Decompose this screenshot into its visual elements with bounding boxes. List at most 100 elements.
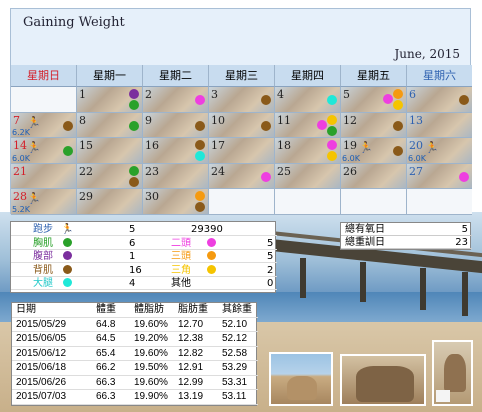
run-distance: 6.0K [342, 153, 360, 163]
calendar-day-cell[interactable]: 21 [11, 163, 77, 189]
calendar-day-cell[interactable]: 5 [341, 87, 407, 113]
day-number: 26 [343, 164, 357, 178]
calendar-day-cell [209, 189, 275, 215]
exercise-count: 4 [129, 278, 136, 289]
workout-dot [195, 140, 205, 150]
calendar-day-cell[interactable]: 9 [143, 112, 209, 138]
calendar-day-cell[interactable]: 10 [209, 112, 275, 138]
exercise-count: 5 [267, 251, 274, 262]
workout-dot [383, 94, 393, 104]
calendar-day-cell[interactable]: 1 [77, 87, 143, 113]
exercise-label: 跑步 [33, 224, 53, 235]
calendar-day-cell[interactable]: 12 [341, 112, 407, 138]
column-header: 體脂肪 [134, 304, 164, 315]
exercise-count: 1 [129, 251, 136, 262]
exercise-count: 5 [267, 237, 274, 249]
calendar-day-cell[interactable]: 29 [77, 189, 143, 215]
calendar-day-cell[interactable]: 13 [407, 112, 472, 138]
calendar-day-cell[interactable]: 4 [275, 87, 341, 113]
workout-dot [261, 95, 271, 105]
table-cell: 2015/06/12 [16, 347, 67, 359]
exercise-label: 其他 [171, 278, 191, 289]
workout-dot [327, 140, 337, 150]
table-cell: 2015/05/29 [16, 318, 67, 330]
exercise-dot [207, 264, 216, 274]
calendar-day-cell[interactable]: 17 [209, 138, 275, 164]
sand-sculpture-photo[interactable] [432, 340, 473, 406]
exercise-label: 胸肌 [33, 237, 53, 249]
calendar-day-cell[interactable]: 7 🏃 6.2K [11, 112, 77, 138]
day-number: 8 [79, 113, 86, 127]
day-number: 16 [145, 139, 159, 152]
workout-dot [129, 89, 139, 99]
run-distance: 6.2K [12, 128, 30, 137]
calendar-day-cell[interactable]: 3 [209, 87, 275, 113]
workout-dot [327, 114, 337, 125]
runner-icon: 🏃 [425, 141, 439, 154]
exercise-dot [63, 264, 72, 274]
workout-dot [129, 176, 139, 187]
workout-dot [327, 125, 337, 136]
column-header: 脂肪重 [178, 304, 208, 315]
table-cell: 13.19 [178, 391, 204, 402]
calendar-day-cell [407, 189, 472, 215]
calendar-day-cell[interactable]: 6 [407, 87, 472, 113]
workout-dot [129, 100, 139, 110]
table-cell: 12.99 [178, 376, 204, 388]
day-number: 14 [13, 139, 27, 152]
weekday-header: 星期六 [407, 65, 472, 87]
calendar-day-cell[interactable]: 16 [143, 138, 209, 164]
calendar-day-cell[interactable]: 30 [143, 189, 209, 215]
workout-dot [195, 95, 205, 105]
summary-row: 總有氧日 5 [341, 223, 472, 236]
calendar-day-cell[interactable]: 28 🏃 5.2K [11, 189, 77, 215]
exercise-label: 三頭 [171, 251, 191, 262]
calendar-day-cell[interactable]: 24 [209, 163, 275, 189]
calendar-day-cell[interactable]: 8 [77, 112, 143, 138]
calendar-day-cell[interactable]: 11 [275, 112, 341, 138]
calendar-day-cell[interactable]: 26 [341, 163, 407, 189]
calendar-day-cell[interactable]: 25 [275, 163, 341, 189]
workout-dot [327, 95, 337, 105]
calendar-day-cell[interactable]: 2 [143, 87, 209, 113]
sand-sculpture-photo[interactable] [340, 354, 426, 406]
workout-dot [261, 120, 271, 131]
day-number: 17 [211, 139, 225, 152]
calendar-day-cell[interactable]: 23 [143, 163, 209, 189]
workout-dot [393, 120, 403, 131]
calendar-day-cell[interactable]: 19 🏃 6.0K [341, 138, 407, 164]
table-cell: 2015/06/05 [16, 333, 67, 344]
calendar-day-cell[interactable]: 18 [275, 138, 341, 164]
stats-row: 腹部 1 三頭 5 [11, 251, 277, 263]
day-number: 18 [277, 139, 291, 152]
calendar-day-cell[interactable]: 27 [407, 163, 472, 189]
exercise-stats-panel: 跑步 🏃 5 29390 胸肌 6 二頭 5 腹部 1 三頭 5 背肌 16 三角 2 大腿 4 其他 0 [10, 221, 277, 293]
exercise-count: 0 [267, 278, 274, 289]
calendar-day-cell [11, 87, 77, 113]
summary-row: 總重訓日 23 [341, 236, 472, 249]
day-number: 15 [79, 139, 93, 152]
pier-post [300, 258, 306, 298]
calendar-day-cell[interactable]: 20 🏃 6.0K [407, 138, 472, 164]
sand-sculpture-photo[interactable] [269, 352, 333, 406]
day-number: 21 [13, 164, 27, 178]
weight-table-row: 2015/06/12 65.4 19.60% 12.82 52.58 [12, 347, 258, 361]
run-distance: 6.0K [12, 153, 30, 163]
table-cell: 53.29 [222, 362, 248, 373]
day-number: 28 [13, 190, 27, 203]
exercise-label: 二頭 [171, 237, 191, 249]
weight-table-row: 2015/07/03 66.3 19.90% 13.19 53.11 [12, 390, 258, 405]
workout-dot [459, 95, 469, 105]
pier-post [360, 262, 366, 302]
calendar-day-cell[interactable]: 22 [77, 163, 143, 189]
workout-dot [195, 202, 205, 212]
table-cell: 65.4 [96, 347, 116, 359]
calendar-day-cell[interactable]: 15 [77, 138, 143, 164]
workout-dot [195, 191, 205, 201]
exercise-dot [63, 278, 72, 287]
table-cell: 2015/06/26 [16, 376, 67, 388]
workout-dot [63, 146, 73, 156]
stats-row: 跑步 🏃 5 29390 [11, 224, 277, 236]
calendar-grid: 星期日 星期一 星期二 星期三 星期四 星期五 星期六 1 2 3 4 5 6 7 🏃 6.2K 8 9 10 11 1… [11, 65, 472, 215]
calendar-day-cell[interactable]: 14 🏃 6.0K [11, 138, 77, 164]
